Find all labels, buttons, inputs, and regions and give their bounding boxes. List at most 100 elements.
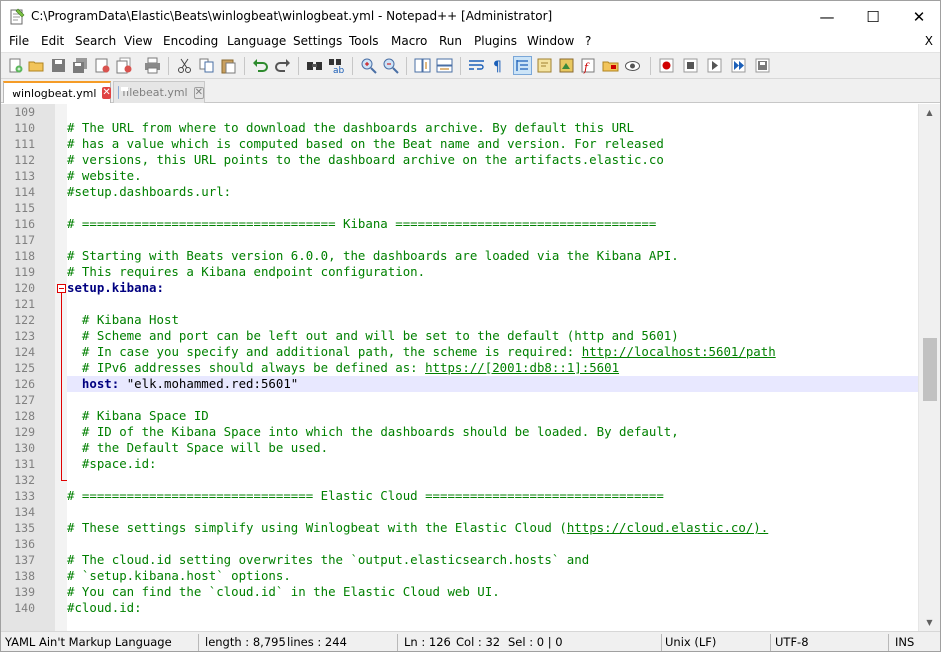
code-line[interactable] (67, 392, 918, 408)
menu-view[interactable]: View (124, 34, 152, 48)
menu-language[interactable]: Language (227, 34, 286, 48)
line-number: 132 (14, 473, 35, 487)
copy-icon[interactable] (198, 57, 215, 74)
code-line[interactable]: # You can find the `cloud.id` in the Ela… (67, 584, 918, 600)
line-number: 127 (14, 393, 35, 407)
code-line[interactable]: # versions, this URL points to the dashb… (67, 152, 918, 168)
code-line[interactable] (67, 200, 918, 216)
url-link[interactable]: https://cloud.elastic.co/). (567, 520, 768, 535)
folder-workspace-icon[interactable] (602, 57, 619, 74)
menu-search[interactable]: Search (75, 34, 116, 48)
code-line[interactable]: # This requires a Kibana endpoint config… (67, 264, 918, 280)
editor-area[interactable]: 109 110 111 112 113 114 115 116 117 118 119 120 121 1… (1, 104, 940, 631)
close-tab-icon[interactable]: ✕ (193, 86, 204, 99)
print-icon[interactable] (144, 57, 161, 74)
code-line[interactable] (67, 472, 918, 488)
sync-horizontal-icon[interactable] (436, 57, 453, 74)
code-line[interactable]: # The URL from where to download the das… (67, 120, 918, 136)
show-all-chars-icon[interactable]: ¶ (490, 57, 507, 74)
code-line[interactable]: setup.kibana: (67, 280, 918, 296)
code-line[interactable] (67, 104, 918, 120)
fold-margin[interactable] (55, 104, 67, 631)
code-line[interactable]: # The cloud.id setting overwrites the `o… (67, 552, 918, 568)
code-line[interactable]: # the Default Space will be used. (67, 440, 918, 456)
menu-tools[interactable]: Tools (349, 34, 379, 48)
code-line[interactable] (67, 504, 918, 520)
scroll-up-arrow-icon[interactable]: ▲ (919, 104, 940, 121)
sync-vertical-icon[interactable] (414, 57, 431, 74)
close-tab-icon[interactable]: ✕ (102, 87, 111, 99)
new-file-icon[interactable] (7, 57, 24, 74)
tab-winlogbeat-yml[interactable]: winlogbeat.yml ✕ (3, 81, 111, 103)
save-macro-icon[interactable] (754, 57, 771, 74)
zoom-in-icon[interactable] (360, 57, 377, 74)
scroll-down-arrow-icon[interactable]: ▼ (919, 614, 940, 631)
redo-icon[interactable] (274, 57, 291, 74)
minimize-button[interactable]: — (804, 1, 850, 32)
code-line[interactable] (67, 232, 918, 248)
tab-filebeat-yml[interactable]: filebeat.yml ✕ (113, 81, 205, 103)
code-line[interactable]: # IPv6 addresses should always be define… (67, 360, 918, 376)
code-line[interactable]: # Kibana Space ID (67, 408, 918, 424)
scroll-thumb[interactable] (923, 338, 937, 401)
close-icon[interactable] (94, 57, 111, 74)
vertical-scrollbar[interactable]: ▲ ▼ (918, 104, 940, 631)
code-line[interactable]: #space.id: (67, 456, 918, 472)
close-document-button[interactable]: X (925, 34, 933, 48)
code-line[interactable]: host: "elk.mohammed.red:5601" (67, 376, 918, 392)
run-macro-multiple-icon[interactable] (730, 57, 747, 74)
undo-icon[interactable] (252, 57, 269, 74)
zoom-out-icon[interactable] (382, 57, 399, 74)
replace-icon[interactable]: ab (328, 57, 345, 74)
monitoring-icon[interactable] (624, 57, 641, 74)
code-line[interactable]: # In case you specify and additional pat… (67, 344, 918, 360)
code-line[interactable] (67, 296, 918, 312)
close-window-button[interactable]: ✕ (896, 1, 940, 32)
word-wrap-icon[interactable] (468, 57, 485, 74)
stop-macro-icon[interactable] (682, 57, 699, 74)
url-link[interactable]: https://[2001:db8::1]:5601 (425, 360, 619, 375)
toolbar-separator (298, 57, 299, 75)
maximize-button[interactable]: ☐ (850, 1, 896, 32)
fold-toggle-icon[interactable] (57, 284, 66, 293)
toolbar-separator (244, 57, 245, 75)
code-line[interactable]: # website. (67, 168, 918, 184)
menu-plugins[interactable]: Plugins (474, 34, 517, 48)
save-icon[interactable] (50, 57, 67, 74)
code-line[interactable]: # `setup.kibana.host` options. (67, 568, 918, 584)
code-line[interactable]: # These settings simplify using Winlogbe… (67, 520, 918, 536)
code-line[interactable] (67, 536, 918, 552)
code-line[interactable]: #setup.dashboards.url: (67, 184, 918, 200)
paste-icon[interactable] (220, 57, 237, 74)
play-macro-icon[interactable] (706, 57, 723, 74)
code-line[interactable]: #cloud.id: (67, 600, 918, 616)
code-line[interactable]: # has a value which is computed based on… (67, 136, 918, 152)
url-link[interactable]: http://localhost:5601/path (582, 344, 776, 359)
code-line[interactable]: # =============================== Elasti… (67, 488, 918, 504)
code-line[interactable]: # Scheme and port can be left out and wi… (67, 328, 918, 344)
record-macro-icon[interactable] (658, 57, 675, 74)
close-all-icon[interactable] (116, 57, 133, 74)
define-language-icon[interactable] (536, 57, 553, 74)
document-map-icon[interactable] (558, 57, 575, 74)
save-all-icon[interactable] (72, 57, 89, 74)
menu-window[interactable]: Window (527, 34, 574, 48)
function-list-icon[interactable]: f (580, 57, 597, 74)
menu-run[interactable]: Run (439, 34, 462, 48)
cut-icon[interactable] (176, 57, 193, 74)
find-icon[interactable] (306, 57, 323, 74)
code-line[interactable]: # ID of the Kibana Space into which the … (67, 424, 918, 440)
open-file-icon[interactable] (28, 57, 45, 74)
menu-file[interactable]: File (9, 34, 29, 48)
title-bar[interactable]: C:\ProgramData\Elastic\Beats\winlogbeat\… (1, 1, 940, 32)
menu-edit[interactable]: Edit (41, 34, 64, 48)
menu-help[interactable]: ? (585, 34, 591, 48)
menu-encoding[interactable]: Encoding (163, 34, 218, 48)
menu-settings[interactable]: Settings (293, 34, 342, 48)
code-line[interactable]: # Starting with Beats version 6.0.0, the… (67, 248, 918, 264)
indent-guide-icon[interactable] (513, 56, 532, 75)
code-text[interactable]: # The URL from where to download the das… (67, 104, 918, 631)
code-line[interactable]: # Kibana Host (67, 312, 918, 328)
menu-macro[interactable]: Macro (391, 34, 427, 48)
code-line[interactable]: # ================================== Kib… (67, 216, 918, 232)
